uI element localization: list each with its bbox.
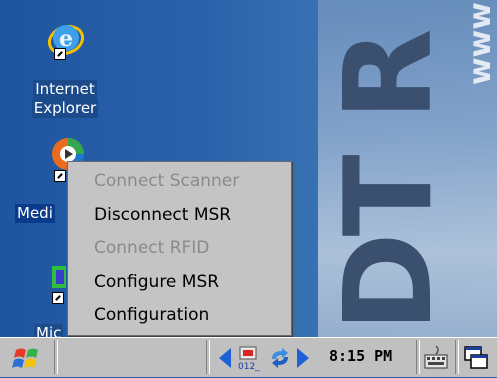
menu-item-connect-rfid: Connect RFID (94, 238, 210, 258)
shortcut-arrow-icon (54, 48, 66, 60)
menu-item-configure-msr[interactable]: Configure MSR (94, 271, 219, 293)
tray-separator (416, 340, 420, 374)
menu-item-configuration[interactable]: Configuration (94, 304, 209, 326)
shortcut-arrow-icon (54, 170, 66, 182)
internet-explorer-icon[interactable]: e (46, 18, 86, 60)
start-button[interactable] (10, 342, 46, 374)
shortcut-arrow-icon (52, 292, 64, 304)
scanner-tray-icon[interactable]: 012_ (236, 345, 262, 373)
scanner-badge: 012_ (238, 362, 260, 372)
menu-item-connect-scanner: Connect Scanner (94, 171, 240, 191)
internet-explorer-label[interactable]: Internet Explorer (30, 80, 100, 118)
context-menu: Connect Scanner Disconnect MSR Connect R… (67, 161, 292, 336)
windows-flag-icon (12, 348, 38, 368)
menu-item-disconnect-msr[interactable]: Disconnect MSR (94, 204, 231, 226)
desktop-switch-icon[interactable] (462, 344, 490, 372)
taskbar: 012_ 8:15 PM (0, 337, 497, 377)
taskbar-separator (54, 340, 58, 374)
media-player-label[interactable]: Medi (15, 204, 55, 223)
sync-arrows-icon[interactable] (268, 347, 292, 369)
tray-scroll-right-icon[interactable] (296, 347, 310, 369)
tray-separator (206, 340, 210, 374)
clock[interactable]: 8:15 PM (329, 347, 392, 365)
keyboard-icon[interactable] (422, 344, 450, 372)
tray-separator (455, 340, 459, 374)
wallpaper-brand-url: www (463, 2, 497, 86)
microsoft-app-label[interactable]: Mic (34, 324, 64, 337)
tray-scroll-left-icon[interactable] (218, 347, 232, 369)
